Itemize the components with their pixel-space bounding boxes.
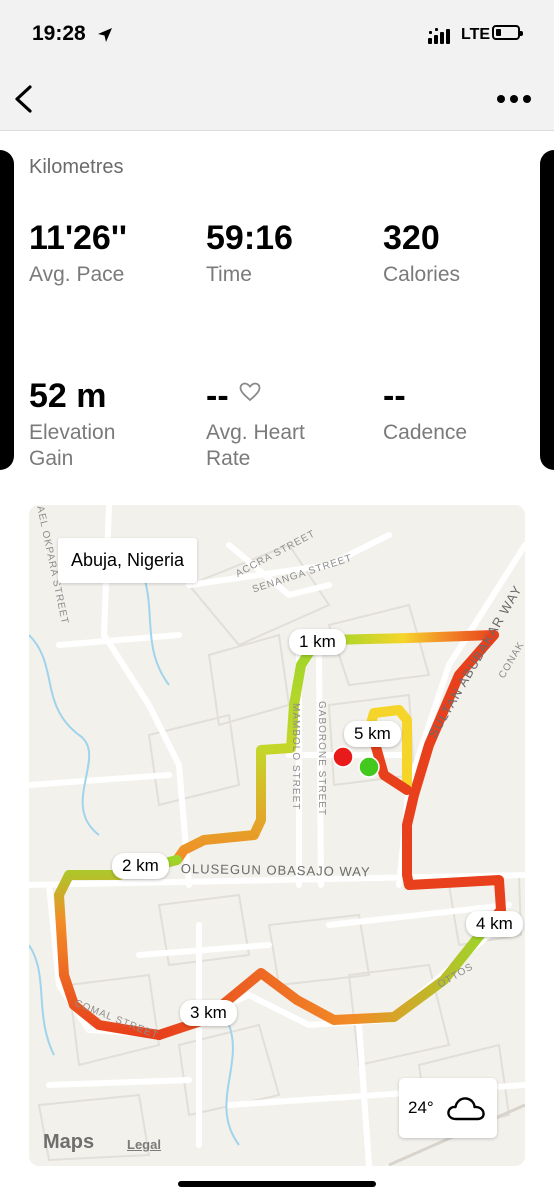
legal-link[interactable]: Legal	[127, 1137, 161, 1152]
route-start-marker	[358, 756, 380, 778]
stat-value: 320	[383, 219, 440, 257]
stat-elevation-gain: 52 m Elevation Gain	[29, 378, 199, 472]
route-map[interactable]: AEL OKPARA STREET ACCRA STREET SENANGA S…	[29, 505, 525, 1166]
stat-value: --	[206, 377, 229, 415]
stat-label: Cadence	[383, 421, 468, 444]
stat-label: Avg. Heart Rate	[206, 420, 376, 472]
home-indicator	[178, 1181, 376, 1187]
stat-label: Calories	[383, 263, 461, 286]
stat-label-line2: Gain	[29, 447, 74, 470]
route-end-marker	[332, 746, 354, 768]
stat-avg-heart-rate: -- Avg. Heart Rate	[206, 378, 376, 472]
back-icon[interactable]	[10, 84, 38, 114]
signal-icon	[428, 28, 450, 44]
battery-icon	[492, 25, 523, 40]
stat-value: 59:16	[206, 219, 293, 257]
km-marker: 4 km	[466, 911, 523, 937]
street-label: MAMBOLO STREET	[290, 703, 301, 811]
km-marker: 3 km	[180, 1000, 237, 1026]
maps-brand-label: Maps	[43, 1131, 95, 1153]
status-time: 19:28	[32, 22, 86, 45]
km-marker: 1 km	[289, 629, 346, 655]
left-edge	[0, 150, 14, 470]
map-background[interactable]	[29, 505, 525, 1166]
weather-badge: 24°	[399, 1078, 497, 1138]
location-arrow-icon	[98, 28, 112, 42]
cloud-icon	[447, 1097, 485, 1121]
stat-label-line1: Avg. Heart	[206, 421, 305, 444]
stat-value: 52 m	[29, 377, 107, 415]
km-marker: 5 km	[344, 721, 401, 747]
stat-label-line1: Elevation	[29, 421, 116, 444]
weather-temperature: 24°	[408, 1098, 434, 1117]
km-marker: 2 km	[112, 853, 169, 879]
more-options-icon[interactable]	[496, 92, 532, 106]
stat-label: Time	[206, 263, 252, 286]
navigation-bar	[0, 70, 554, 131]
network-type: LTE	[461, 26, 491, 43]
stat-avg-pace: 11'26'' Avg. Pace	[29, 220, 199, 288]
map-location-label: Abuja, Nigeria	[58, 538, 198, 583]
stat-label: Avg. Pace	[29, 263, 125, 286]
heart-icon	[239, 382, 261, 402]
stat-value: --	[383, 377, 406, 415]
status-bar: 19:28 LTE	[0, 0, 554, 70]
maps-attribution: Maps	[43, 1131, 94, 1154]
unit-label: Kilometres	[29, 156, 124, 178]
stat-value-row: --	[206, 378, 376, 418]
stat-label: Elevation Gain	[29, 420, 199, 472]
street-label: GABORONE STREET	[316, 701, 327, 817]
stat-value: 11'26''	[29, 219, 128, 257]
stat-label-line2: Rate	[206, 447, 251, 470]
stat-cadence: -- Cadence	[383, 378, 553, 446]
stat-calories: 320 Calories	[383, 220, 553, 288]
stat-time: 59:16 Time	[206, 220, 376, 288]
